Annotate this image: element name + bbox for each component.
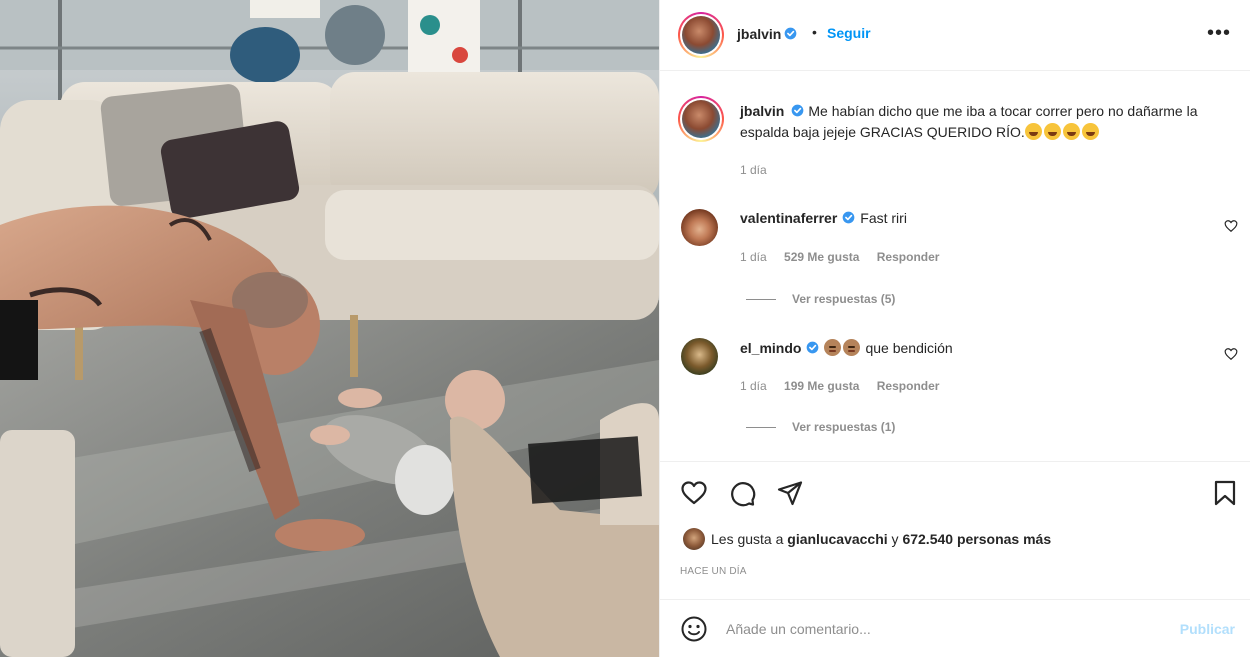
baby-emoji-icon [824,339,842,356]
emoji-icon[interactable] [680,615,708,643]
comment-likes[interactable]: 199 Me gusta [784,379,859,393]
likes-prefix: Les gusta a [711,531,788,547]
comment-input[interactable] [726,617,1146,641]
commenter-avatar[interactable] [681,338,718,375]
comment-meta: 1 día 529 Me gusta Responder [740,250,953,264]
view-replies-label[interactable]: Ver respuestas (5) [792,292,895,306]
reply-button[interactable]: Responder [877,250,940,264]
comment-meta: 1 día 199 Me gusta Responder [740,379,953,393]
caption-username[interactable]: jbalvin [740,103,784,119]
add-comment-bar: Publicar [660,599,1250,657]
author-username-wrap[interactable]: jbalvin [737,26,797,42]
comment-icon[interactable] [728,479,756,507]
caption-author-avatar[interactable] [678,96,724,142]
comment: el_mindo que bendición [740,339,953,356]
verified-icon [807,341,819,354]
likes-summary[interactable]: Les gusta a gianlucavacchi y 672.540 per… [683,528,1051,550]
heart-icon[interactable] [680,479,708,507]
comment-likes[interactable]: 529 Me gusta [784,250,859,264]
view-replies-button[interactable]: Ver respuestas (1) [746,420,895,434]
commenter-username[interactable]: el_mindo [740,340,801,356]
liker-avatar [683,528,705,550]
follow-button[interactable]: Seguir [827,25,871,41]
verified-icon [785,27,797,40]
author-username[interactable]: jbalvin [737,26,781,42]
author-avatar[interactable] [678,12,724,58]
post-caption: jbalvin Me habían dicho que me iba a toca… [740,101,1240,143]
comment-text: Fast riri [860,210,907,226]
laughing-emoji-icon [1024,123,1042,140]
likes-count[interactable]: 672.540 personas más [902,531,1051,547]
caption-time[interactable]: 1 día [740,163,767,177]
reply-button[interactable]: Responder [877,379,940,393]
comment-text: que bendición [865,340,953,356]
post-details-panel: jbalvin • Seguir ••• jbalvin Me habían di… [659,0,1250,657]
actions-divider [660,461,1250,462]
laughing-emoji-icon [1081,123,1099,140]
replies-divider-line [746,427,776,429]
laughing-emoji-icon [1043,123,1061,140]
like-comment-heart-icon[interactable] [1224,219,1238,233]
share-icon[interactable] [776,479,804,507]
view-replies-button[interactable]: Ver respuestas (5) [746,292,895,306]
baby-emoji-icon [843,339,861,356]
post-header: jbalvin • Seguir ••• [660,0,1250,71]
posted-ago[interactable]: HACE UN DÍA [680,566,747,577]
post-photo-illustration [0,0,659,657]
like-comment-heart-icon[interactable] [1224,347,1238,361]
bookmark-icon[interactable] [1211,479,1239,507]
comment-time[interactable]: 1 día [740,379,767,393]
comment: valentinaferrer Fast riri [740,210,907,226]
likes-connector: y [887,531,903,547]
publish-button[interactable]: Publicar [1180,621,1235,637]
view-replies-label[interactable]: Ver respuestas (1) [792,420,895,434]
verified-icon [842,211,855,224]
verified-icon [792,104,804,117]
laughing-emoji-icon [1062,123,1080,140]
comment-time[interactable]: 1 día [740,250,767,264]
liker-username[interactable]: gianlucavacchi [787,531,887,547]
post-photo [0,0,659,657]
header-separator: • [812,24,817,40]
commenter-avatar[interactable] [681,209,718,246]
commenter-username[interactable]: valentinaferrer [740,210,837,226]
caption-text: Me habían dicho que me iba a tocar corre… [740,103,1198,140]
replies-divider-line [746,299,776,301]
more-icon[interactable]: ••• [1207,22,1231,45]
